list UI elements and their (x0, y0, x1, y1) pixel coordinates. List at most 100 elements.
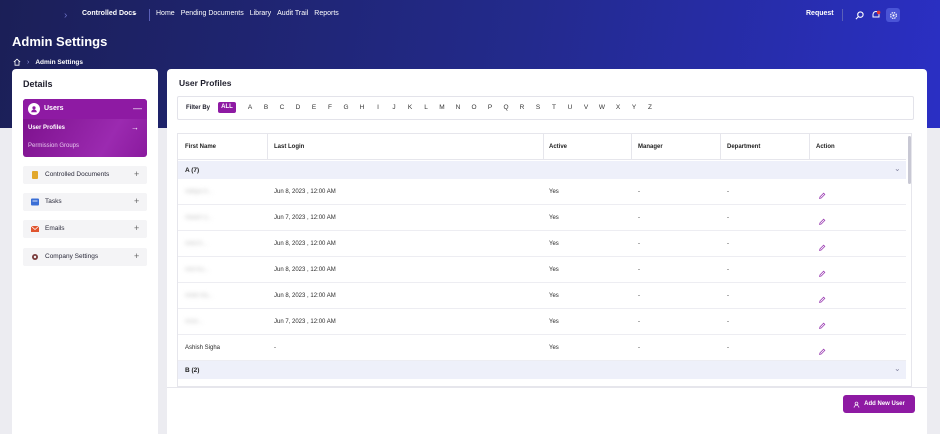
column-header-department[interactable]: Department (727, 144, 760, 150)
table-scrollbar[interactable] (908, 136, 911, 184)
filter-letter-x[interactable]: X (610, 104, 626, 111)
edit-pencil-icon[interactable] (818, 213, 828, 225)
main-nav: Home Pending Documents Library Audit Tra… (156, 10, 339, 17)
table-row[interactable]: Arun... Jun 7, 2023 , 12:00 AM Yes - - (178, 309, 906, 335)
filter-letter-p[interactable]: P (482, 104, 498, 111)
cell-first-name: Aditya R... (185, 189, 213, 195)
chevron-down-icon[interactable]: ⌄ (894, 364, 901, 373)
cell-active: Yes (549, 267, 559, 273)
filter-letter-q[interactable]: Q (498, 104, 514, 111)
cell-active: Yes (549, 241, 559, 247)
cell-department: - (727, 293, 729, 299)
search-icon[interactable] (852, 8, 866, 22)
filter-letter-u[interactable]: U (562, 104, 578, 111)
nav-home[interactable]: Home (156, 10, 175, 17)
edit-pencil-icon[interactable] (818, 187, 828, 199)
group-row[interactable]: B (2) ⌄ (178, 361, 906, 379)
cell-last-login: Jun 7, 2023 , 12:00 AM (274, 215, 336, 221)
column-header-manager[interactable]: Manager (638, 144, 663, 150)
filter-letter-l[interactable]: L (418, 104, 434, 111)
cell-manager: - (638, 267, 640, 273)
table-row[interactable]: Anil Ku... Jun 8, 2023 , 12:00 AM Yes - - (178, 257, 906, 283)
cell-active: Yes (549, 189, 559, 195)
filter-letter-b[interactable]: B (258, 104, 274, 111)
filter-letter-o[interactable]: O (466, 104, 482, 111)
filter-letter-r[interactable]: R (514, 104, 530, 111)
sidebar-item-label: Controlled Documents (45, 171, 110, 178)
edit-pencil-icon[interactable] (818, 291, 828, 303)
filter-letter-s[interactable]: S (530, 104, 546, 111)
sidebar-item-company-settings[interactable]: Company Settings + (23, 248, 147, 266)
column-header-first-name[interactable]: First Name (185, 144, 216, 150)
column-header-last-login[interactable]: Last Login (274, 144, 304, 150)
column-header-action[interactable]: Action (816, 144, 835, 150)
sidebar-item-emails[interactable]: Emails + (23, 220, 147, 238)
filter-letter-m[interactable]: M (434, 104, 450, 111)
divider (842, 9, 843, 21)
table-row[interactable]: Akash S... Jun 7, 2023 , 12:00 AM Yes - - (178, 205, 906, 231)
sidebar-item-label: Emails (45, 225, 65, 232)
cell-last-login: Jun 8, 2023 , 12:00 AM (274, 189, 336, 195)
expand-plus-icon[interactable]: + (134, 223, 139, 233)
cell-department: - (727, 241, 729, 247)
filter-letter-e[interactable]: E (306, 104, 322, 111)
settings-gear-icon[interactable] (886, 8, 900, 22)
nav-reports[interactable]: Reports (314, 10, 339, 17)
collapse-minus-icon[interactable]: — (133, 103, 142, 113)
filter-letter-a[interactable]: A (242, 104, 258, 111)
chevron-down-icon[interactable]: ⌄ (132, 9, 138, 17)
cell-department: - (727, 215, 729, 221)
table-row[interactable]: Aditya R... Jun 8, 2023 , 12:00 AM Yes - - (178, 179, 906, 205)
expand-plus-icon[interactable]: + (134, 196, 139, 206)
filter-letter-f[interactable]: F (322, 104, 338, 111)
user-profiles-panel: User Profiles Filter By ALL ABCDEFGHIJKL… (167, 69, 927, 434)
sidebar-subitem-user-profiles[interactable]: User Profiles (28, 125, 65, 131)
sidebar-item-label: Tasks (45, 198, 62, 205)
filter-letter-g[interactable]: G (338, 104, 354, 111)
filter-letter-w[interactable]: W (594, 104, 610, 111)
column-header-active[interactable]: Active (549, 144, 567, 150)
sidebar-item-tasks[interactable]: Tasks + (23, 193, 147, 211)
nav-audit-trail[interactable]: Audit Trail (277, 10, 308, 17)
group-label: B (2) (185, 367, 200, 374)
nav-library[interactable]: Library (250, 10, 271, 17)
filter-all-button[interactable]: ALL (218, 102, 236, 113)
expand-plus-icon[interactable]: + (134, 251, 139, 261)
cell-last-login: Jun 8, 2023 , 12:00 AM (274, 293, 336, 299)
sidebar-subitem-permission-groups[interactable]: Permission Groups (28, 143, 79, 149)
chevron-down-icon[interactable]: ⌄ (894, 164, 901, 173)
table-row[interactable]: Ankit Ra... Jun 8, 2023 , 12:00 AM Yes - - (178, 283, 906, 309)
group-row[interactable]: A (7) ⌄ (178, 161, 906, 179)
notification-bell-icon[interactable] (869, 8, 883, 22)
nav-pending-documents[interactable]: Pending Documents (181, 10, 244, 17)
filter-letter-j[interactable]: J (386, 104, 402, 111)
expand-plus-icon[interactable]: + (134, 169, 139, 179)
filter-letter-n[interactable]: N (450, 104, 466, 111)
sidebar-item-controlled-documents[interactable]: Controlled Documents + (23, 166, 147, 184)
filter-letter-z[interactable]: Z (642, 104, 658, 111)
table-row[interactable]: Amit K... Jun 8, 2023 , 12:00 AM Yes - - (178, 231, 906, 257)
filter-letter-h[interactable]: H (354, 104, 370, 111)
filter-letter-c[interactable]: C (274, 104, 290, 111)
logo[interactable] (8, 8, 64, 22)
edit-pencil-icon[interactable] (818, 343, 828, 355)
filter-letter-t[interactable]: T (546, 104, 562, 111)
breadcrumb-current: Admin Settings (35, 58, 84, 66)
request-button[interactable]: Request (806, 10, 834, 17)
divider (149, 9, 150, 21)
users-header[interactable]: Users — (23, 99, 147, 119)
details-title: Details (23, 79, 53, 89)
filter-letter-y[interactable]: Y (626, 104, 642, 111)
filter-letter-i[interactable]: I (370, 104, 386, 111)
edit-pencil-icon[interactable] (818, 317, 828, 329)
filter-letter-d[interactable]: D (290, 104, 306, 111)
app-switcher-label[interactable]: Controlled Docs (82, 10, 136, 17)
top-bar: › Controlled Docs ⌄ Home Pending Documen… (0, 0, 940, 30)
edit-pencil-icon[interactable] (818, 239, 828, 251)
filter-letter-v[interactable]: V (578, 104, 594, 111)
add-new-user-button[interactable]: Add New User (843, 395, 915, 413)
cell-active: Yes (549, 293, 559, 299)
edit-pencil-icon[interactable] (818, 265, 828, 277)
filter-letter-k[interactable]: K (402, 104, 418, 111)
table-row[interactable]: Ashish Sigha - Yes - - (178, 335, 906, 361)
